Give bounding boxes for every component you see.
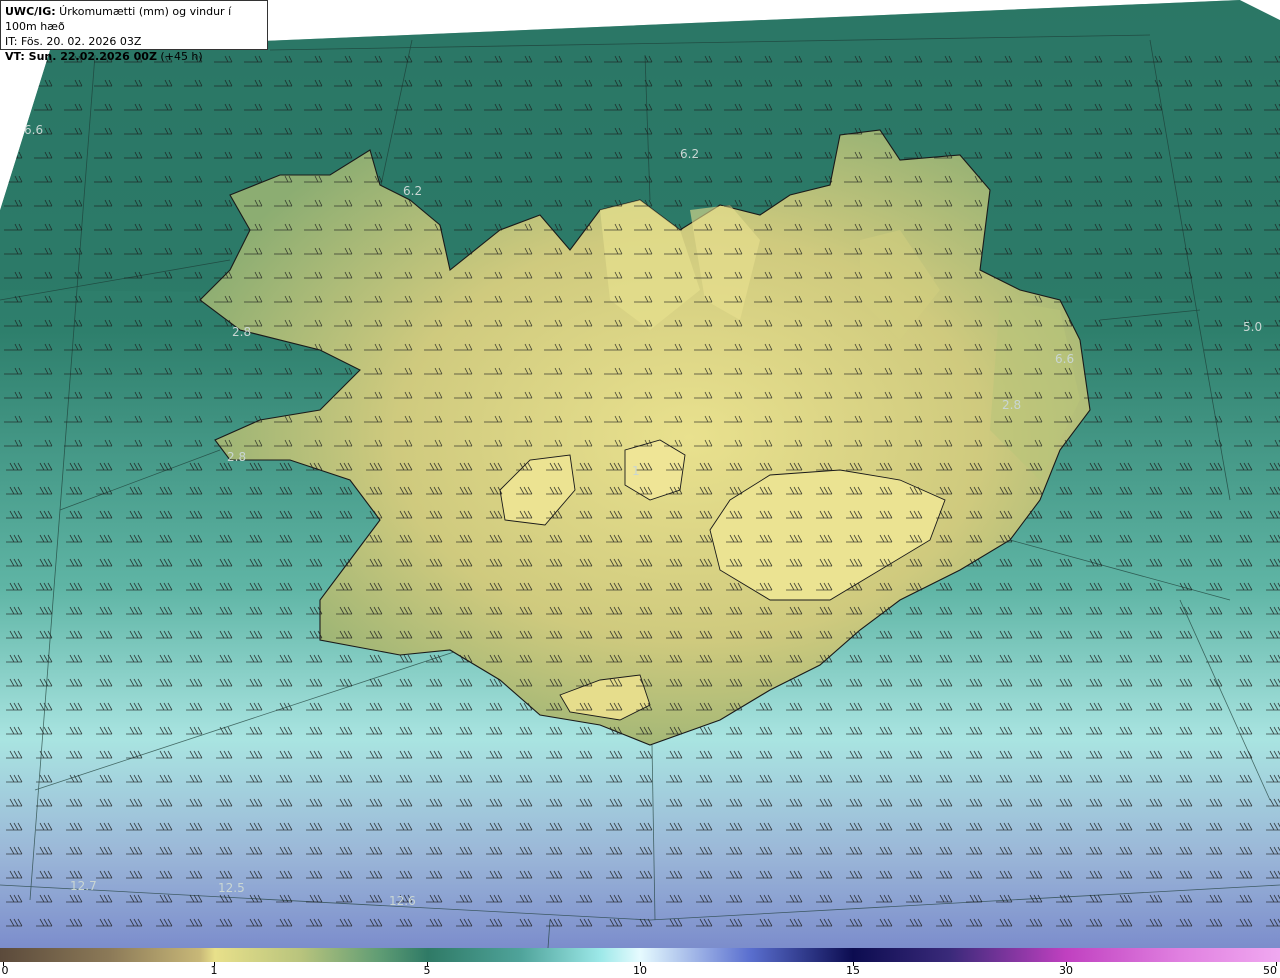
label-s-sea-2: 12.6	[389, 894, 416, 908]
wind-barbs-south	[0, 460, 1280, 940]
colorbar-tick-30: 30	[1059, 964, 1073, 977]
label-east-sea: 5.0	[1243, 320, 1263, 334]
colorbar-tick-0: 0	[1, 964, 9, 977]
colorbar-tick-15: 15	[846, 964, 860, 977]
colorbar: 0 1 5 10 15 30 50	[0, 948, 1280, 978]
header-title: UWC/IG: Úrkomumætti (mm) og vindur í 100…	[5, 5, 232, 33]
header-init-time: IT: Fös. 20. 02. 2026 03Z	[5, 35, 142, 48]
colorbar-tick-10: 10	[633, 964, 647, 977]
colorbar-tick-50: 50	[1263, 964, 1277, 977]
header-valid-time: VT: Sun. 22.02.2026 00Z (+45 h)	[5, 50, 203, 63]
map-header: UWC/IG: Úrkomumætti (mm) og vindur í 100…	[0, 0, 268, 63]
label-westfjords: 6.2	[403, 184, 423, 198]
colorbar-tick-1: 1	[210, 964, 218, 977]
wind-barbs-north	[0, 40, 1280, 460]
label-north: 6.2	[680, 147, 700, 161]
label-west-inland: 2.8	[232, 325, 252, 339]
label-w-top: 6.6	[24, 123, 44, 137]
label-east-coast: 6.6	[1055, 352, 1075, 366]
label-sw-sea: 12.7	[70, 879, 97, 893]
label-east-inland: 2.8	[1002, 398, 1022, 412]
label-s-sea-1: 12.5	[218, 881, 245, 895]
colorbar-strip	[0, 948, 1280, 962]
precipitation-map	[0, 0, 1280, 948]
colorbar-tick-5: 5	[423, 964, 431, 977]
label-snaefells: 2.8	[227, 450, 247, 464]
label-center: 1	[632, 464, 640, 478]
